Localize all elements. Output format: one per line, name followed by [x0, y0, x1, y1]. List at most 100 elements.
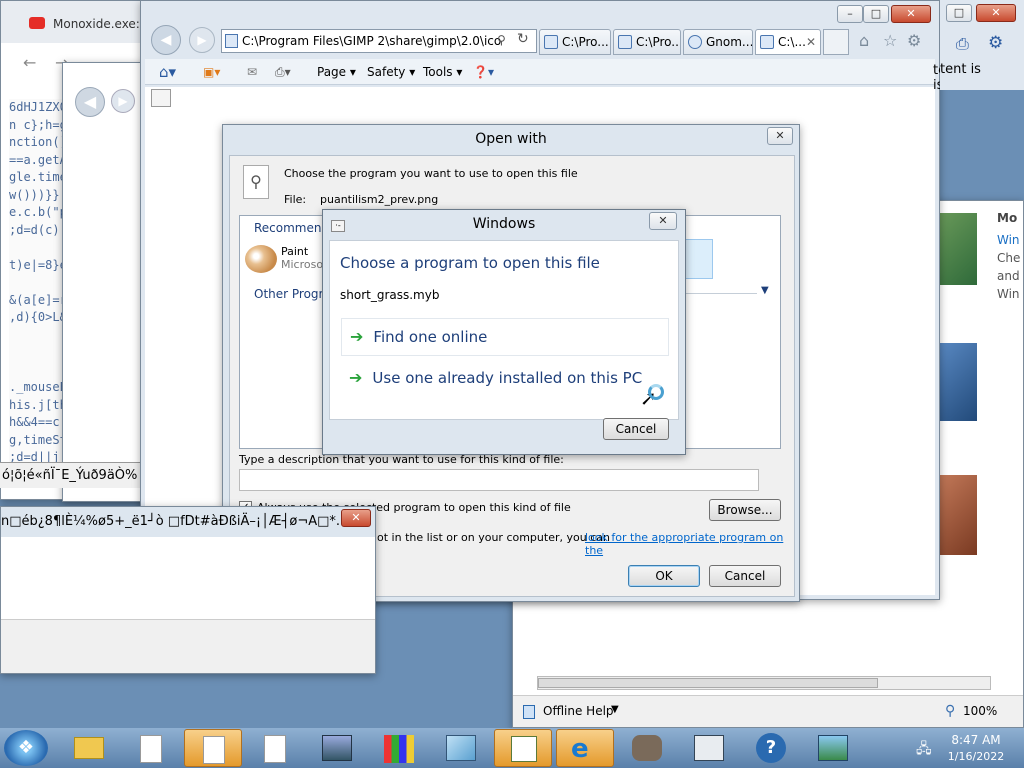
clock-time[interactable]: 8:47 AM [946, 733, 1006, 747]
green-arrow-icon: ➔ [349, 368, 363, 387]
intro-text: Choose the program you want to use to op… [284, 167, 578, 180]
scroll-thumb[interactable] [538, 678, 878, 688]
close-button[interactable]: ✕ [767, 127, 793, 145]
horizontal-scrollbar[interactable] [537, 676, 991, 690]
safety-menu[interactable]: Safety ▾ [367, 63, 415, 81]
address-bar[interactable]: C:\Program Files\GIMP 2\share\gimp\2.0\i… [221, 29, 537, 53]
cancel-button[interactable]: Cancel [603, 418, 669, 440]
broken-image-icon [151, 89, 171, 107]
page-icon [618, 35, 632, 49]
ok-button[interactable]: OK [628, 565, 700, 587]
start-button[interactable]: ❖ [4, 730, 48, 766]
notepad-task[interactable] [432, 729, 490, 767]
cancel-button[interactable]: Cancel [709, 565, 781, 587]
control-panel-icon [322, 735, 352, 761]
help-icon[interactable]: ❓▾ [473, 63, 494, 81]
browser-tab[interactable]: Monoxide.exe: M [1, 1, 161, 43]
right-close-button[interactable]: ✕ [976, 4, 1016, 22]
window-task[interactable] [680, 729, 738, 767]
help-task[interactable]: ? [742, 729, 800, 767]
selected-program-row[interactable] [685, 239, 713, 279]
back-arrow-icon[interactable]: ← [23, 53, 36, 72]
close-button[interactable]: ✕ [891, 5, 931, 23]
link-prefix: ot in the list or on your computer, you … [377, 531, 610, 544]
home-icon[interactable]: ⌂ [859, 31, 869, 50]
help-side-line[interactable]: Win [997, 233, 1020, 247]
close-button[interactable]: ✕ [341, 509, 371, 527]
new-tab-button[interactable] [823, 29, 849, 55]
photo-icon [818, 735, 848, 761]
ie-forward-button[interactable]: ▶ [189, 27, 215, 53]
help-status-bar: Offline Help ▼ ⚲ 100% [513, 695, 1023, 727]
choose-program-dialog: ·- Windows ✕ Choose a program to open th… [322, 209, 686, 455]
description-input[interactable] [239, 469, 759, 491]
print-icon[interactable]: ⎙▾ [275, 63, 291, 81]
close-tab-icon[interactable]: ✕ [806, 30, 816, 54]
explorer-task[interactable] [60, 729, 118, 767]
zoom-level[interactable]: 100% [963, 704, 997, 718]
search-icon[interactable]: ⚲ [497, 33, 506, 47]
other-programs-label[interactable]: Other Programs [254, 287, 322, 301]
document-task[interactable] [246, 729, 304, 767]
use-installed-option[interactable]: ➔ Use one already installed on this PC [341, 360, 669, 398]
appropriate-program-link[interactable]: look for the appropriate program on the [585, 531, 799, 557]
list-app-task[interactable] [494, 729, 552, 767]
right-text: tent is [940, 62, 981, 77]
chevron-down-icon[interactable]: ▼ [611, 704, 619, 715]
address-text: C:\Program Files\GIMP 2\share\gimp\2.0\i… [242, 34, 502, 48]
gear-icon[interactable]: ⚙ [988, 33, 1003, 53]
star-icon[interactable]: ☆ [883, 31, 897, 50]
dialog-heading: Choose a program to open this file [340, 254, 600, 272]
mail-icon[interactable]: ✉ [247, 63, 257, 81]
photo-viewer-task[interactable] [804, 729, 862, 767]
tab-1[interactable]: C:\Pro... [539, 29, 611, 55]
help-image-2 [935, 343, 977, 421]
file-icon [203, 736, 225, 764]
home-icon[interactable]: ⌂▾ [159, 63, 176, 81]
garbled-body-bottom [1, 619, 375, 673]
gear-icon[interactable]: ⚙ [907, 31, 921, 50]
help-side-heading: Mo [997, 211, 1018, 225]
gimp-task[interactable] [618, 729, 676, 767]
zoom-icon[interactable]: ⚲ [945, 703, 955, 719]
internet-explorer-task[interactable]: e [556, 729, 614, 767]
page-menu[interactable]: Page ▾ [317, 63, 356, 81]
right-maximize-button[interactable]: □ [946, 4, 972, 22]
file-icon [264, 735, 286, 763]
folder-icon [74, 737, 104, 759]
document-task-active[interactable] [184, 729, 242, 767]
maximize-button[interactable]: □ [863, 5, 889, 23]
chevron-down-icon[interactable]: ▼ [761, 285, 769, 296]
back-button[interactable]: ◀ [75, 87, 105, 117]
feeds-icon[interactable]: ▣▾ [203, 63, 220, 81]
ie-back-button[interactable]: ◀ [151, 25, 181, 55]
chart-icon [384, 735, 414, 763]
document-task[interactable] [122, 729, 180, 767]
green-arrow-icon: ➔ [350, 327, 364, 346]
tab-2[interactable]: C:\Pro... [613, 29, 681, 55]
browse-button[interactable]: Browse... [709, 499, 781, 521]
chart-app-task[interactable] [370, 729, 428, 767]
tab-4-active[interactable]: C:\... ✕ [755, 29, 821, 55]
refresh-icon[interactable]: ↻ [517, 31, 529, 47]
garbled-text-strip: ó¦õ¦é«ñÏ¯E_Ýuð9äÒ% [0, 462, 150, 488]
close-button[interactable]: ✕ [649, 212, 677, 230]
offline-help-button[interactable]: Offline Help [543, 704, 614, 718]
forward-button[interactable]: ▶ [111, 89, 135, 113]
window-title: n□éb¿8¶lÈ¼%ø5+_ë1┘ò □fDt#àÐßiÄ–¡│Æ┤ø¬A□*… [1, 514, 349, 529]
tools-menu[interactable]: Tools ▾ [423, 63, 462, 81]
clock-date[interactable]: 1/16/2022 [944, 750, 1008, 763]
loading-ring-icon [648, 384, 664, 400]
tab-3[interactable]: Gnom... [683, 29, 753, 55]
network-icon[interactable]: 🖧 [916, 738, 932, 762]
print-icon[interactable]: ⎙ [956, 34, 969, 54]
file-icon [140, 735, 162, 763]
help-image-1 [935, 213, 977, 285]
tab-title: Monoxide.exe: M [53, 17, 155, 31]
control-panel-task[interactable] [308, 729, 366, 767]
file-label: File: [284, 193, 307, 206]
minimize-button[interactable]: – [837, 5, 863, 23]
find-online-option[interactable]: ➔ Find one online [341, 318, 669, 356]
program-paint[interactable]: Paint Microsoft [281, 245, 323, 271]
notepad-icon [446, 735, 476, 761]
